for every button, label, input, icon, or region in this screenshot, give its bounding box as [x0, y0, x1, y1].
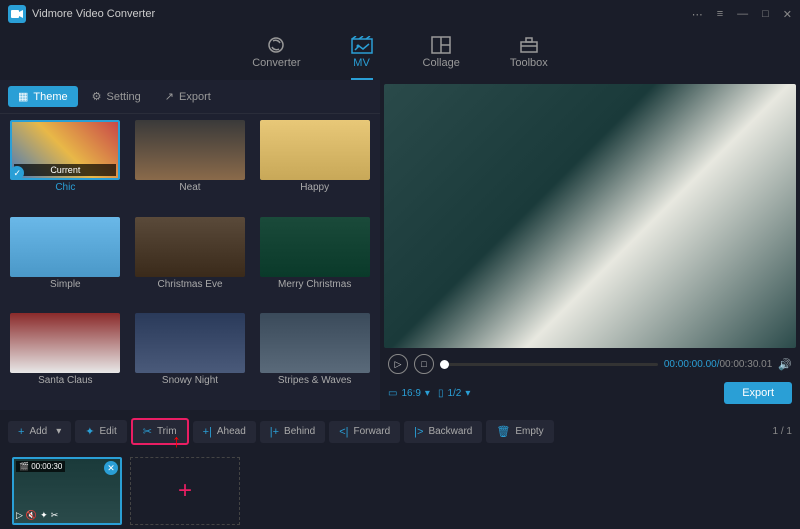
aspect-ratio-select[interactable]: ▭16:9▾: [388, 388, 430, 399]
theme-grid: Current✓Chic Neat Happy Simple Christmas…: [0, 114, 380, 410]
converter-icon: [265, 36, 287, 54]
chevron-down-icon: ▾: [465, 388, 470, 399]
tab-toolbox[interactable]: Toolbox: [510, 36, 548, 80]
titlebar: Vidmore Video Converter ⋯ ≡ — □ ✕: [0, 0, 800, 28]
trash-icon: 🗑: [496, 425, 510, 438]
theme-item[interactable]: Snowy Night: [131, 313, 250, 404]
theme-item[interactable]: Christmas Eve: [131, 217, 250, 308]
export-button[interactable]: Export: [724, 382, 792, 404]
page-icon: ▯: [438, 388, 444, 399]
main-tabs: Converter MV Collage Toolbox: [0, 28, 800, 80]
minimize-icon[interactable]: —: [737, 8, 748, 20]
maximize-icon[interactable]: □: [762, 8, 769, 20]
theme-item[interactable]: Simple: [6, 217, 125, 308]
forward-icon: <|: [339, 426, 348, 438]
remove-clip-icon[interactable]: ✕: [104, 461, 118, 475]
theme-item[interactable]: Happy: [255, 120, 374, 211]
clip-duration: 🎬 00:00:30: [16, 461, 65, 472]
page-select[interactable]: ▯1/2▾: [438, 388, 470, 399]
behind-button[interactable]: |+Behind: [260, 421, 325, 443]
page-indicator: 1 / 1: [773, 426, 792, 437]
clip-toolbar: +Add▾ ✦Edit ✂Trim +|Ahead |+Behind <|For…: [0, 410, 800, 453]
theme-item[interactable]: Current✓Chic: [6, 120, 125, 211]
progress-bar[interactable]: [440, 363, 658, 366]
trim-button[interactable]: ✂Trim: [131, 418, 189, 445]
backward-button[interactable]: |>Backward: [404, 421, 482, 443]
behind-icon: |+: [270, 426, 279, 438]
volume-icon[interactable]: 🔊: [778, 358, 792, 371]
mute-icon[interactable]: 🔇: [26, 510, 37, 521]
wand-icon: ✦: [85, 425, 94, 438]
preview-panel: ▷ □ 00:00:00.00/00:00:30.01 🔊 ▭16:9▾ ▯1/…: [380, 80, 800, 410]
theme-item[interactable]: Stripes & Waves: [255, 313, 374, 404]
subtab-setting[interactable]: ⚙Setting: [82, 86, 151, 107]
play-icon[interactable]: ▷: [16, 510, 23, 521]
stop-button[interactable]: □: [414, 354, 434, 374]
chevron-down-icon: ▾: [425, 388, 430, 399]
tab-mv[interactable]: MV: [351, 36, 373, 80]
trim-clip-icon[interactable]: ✂: [51, 510, 59, 521]
timeline: 🎬 00:00:30 ✕ ▷ 🔇 ✦ ✂ +: [0, 453, 800, 529]
scissors-icon: ✂: [143, 425, 152, 438]
tab-converter[interactable]: Converter: [252, 36, 300, 80]
forward-button[interactable]: <|Forward: [329, 421, 400, 443]
backward-icon: |>: [414, 426, 423, 438]
edit-button[interactable]: ✦Edit: [75, 420, 126, 443]
time-display: 00:00:00.00/00:00:30.01: [664, 359, 772, 370]
feedback-icon[interactable]: ⋯: [692, 8, 703, 21]
aspect-icon: ▭: [388, 388, 397, 399]
ahead-icon: +|: [203, 426, 212, 438]
edit-clip-icon[interactable]: ✦: [40, 510, 48, 521]
subtab-theme[interactable]: ▦Theme: [8, 86, 78, 107]
menu-icon[interactable]: ≡: [717, 8, 723, 20]
app-logo: [8, 5, 26, 23]
check-icon: ✓: [10, 166, 24, 180]
chevron-down-icon: ▾: [56, 426, 61, 437]
close-icon[interactable]: ✕: [783, 8, 792, 21]
collage-icon: [430, 36, 452, 54]
theme-item[interactable]: Neat: [131, 120, 250, 211]
subtab-export[interactable]: ↗Export: [155, 86, 221, 107]
empty-button[interactable]: 🗑Empty: [486, 420, 553, 443]
theme-item[interactable]: Santa Claus: [6, 313, 125, 404]
export-icon: ↗: [165, 90, 174, 103]
plus-icon: +: [18, 426, 24, 438]
theme-icon: ▦: [18, 90, 28, 103]
add-clip-button[interactable]: +: [130, 457, 240, 525]
add-button[interactable]: +Add▾: [8, 421, 71, 443]
toolbox-icon: [518, 36, 540, 54]
tab-collage[interactable]: Collage: [423, 36, 460, 80]
theme-item[interactable]: Merry Christmas: [255, 217, 374, 308]
app-title: Vidmore Video Converter: [32, 8, 155, 20]
ahead-button[interactable]: +|Ahead: [193, 421, 256, 443]
gear-icon: ⚙: [92, 90, 102, 103]
play-button[interactable]: ▷: [388, 354, 408, 374]
mv-icon: [351, 36, 373, 54]
video-preview[interactable]: [384, 84, 796, 348]
theme-panel: ▦Theme ⚙Setting ↗Export Current✓Chic Nea…: [0, 80, 380, 410]
clip-item[interactable]: 🎬 00:00:30 ✕ ▷ 🔇 ✦ ✂: [12, 457, 122, 525]
